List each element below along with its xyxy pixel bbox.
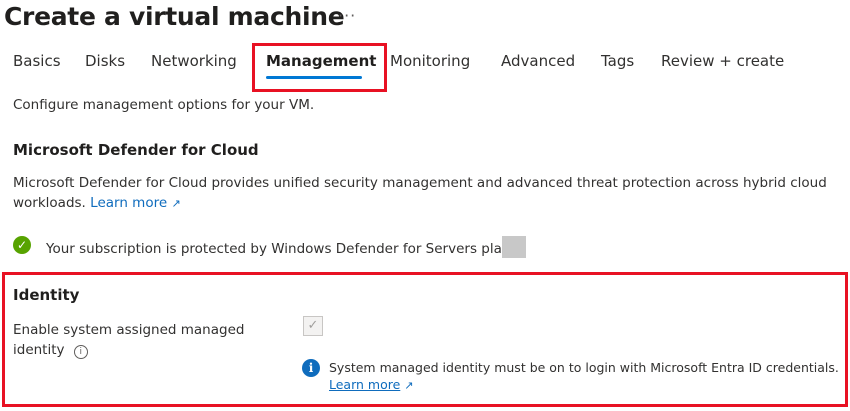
defender-heading: Microsoft Defender for Cloud [13,141,259,159]
tab-review-create[interactable]: Review + create [661,52,784,70]
tab-advanced[interactable]: Advanced [501,52,575,70]
highlight-box-identity [2,272,848,407]
external-link-icon: ↗ [171,197,181,210]
identity-heading: Identity [13,286,80,304]
tab-monitoring[interactable]: Monitoring [390,52,470,70]
redaction-box [502,236,526,258]
identity-learn-more-link[interactable]: Learn more [329,377,400,392]
highlight-box-tab [252,43,387,92]
defender-learn-more-link[interactable]: Learn more [90,195,167,211]
tab-tags[interactable]: Tags [601,52,634,70]
identity-learn-more: Learn more ↗ [329,377,414,392]
identity-label-line2: identity i [13,342,88,359]
defender-text: Microsoft Defender for Cloud provides un… [13,175,827,191]
more-options-button[interactable]: ··· [338,6,356,25]
system-identity-checkbox[interactable]: ✓ [303,316,323,336]
page-title: Create a virtual machine [4,2,345,31]
identity-info-text: System managed identity must be on to lo… [329,360,839,375]
info-icon: i [302,359,320,377]
info-tooltip-icon[interactable]: i [73,345,88,359]
page-description: Configure management options for your VM… [13,97,315,113]
defender-text-end: workloads. [13,195,86,211]
tab-disks[interactable]: Disks [85,52,125,70]
external-link-icon: ↗ [404,379,414,392]
identity-label: Enable system assigned managed [13,322,245,338]
tab-networking[interactable]: Networking [151,52,237,70]
identity-label-end: identity [13,342,65,358]
success-check-icon: ✓ [13,236,31,254]
defender-text-line2: workloads. Learn more ↗ [13,195,181,211]
defender-status-text: Your subscription is protected by Window… [46,241,511,257]
tab-basics[interactable]: Basics [13,52,61,70]
